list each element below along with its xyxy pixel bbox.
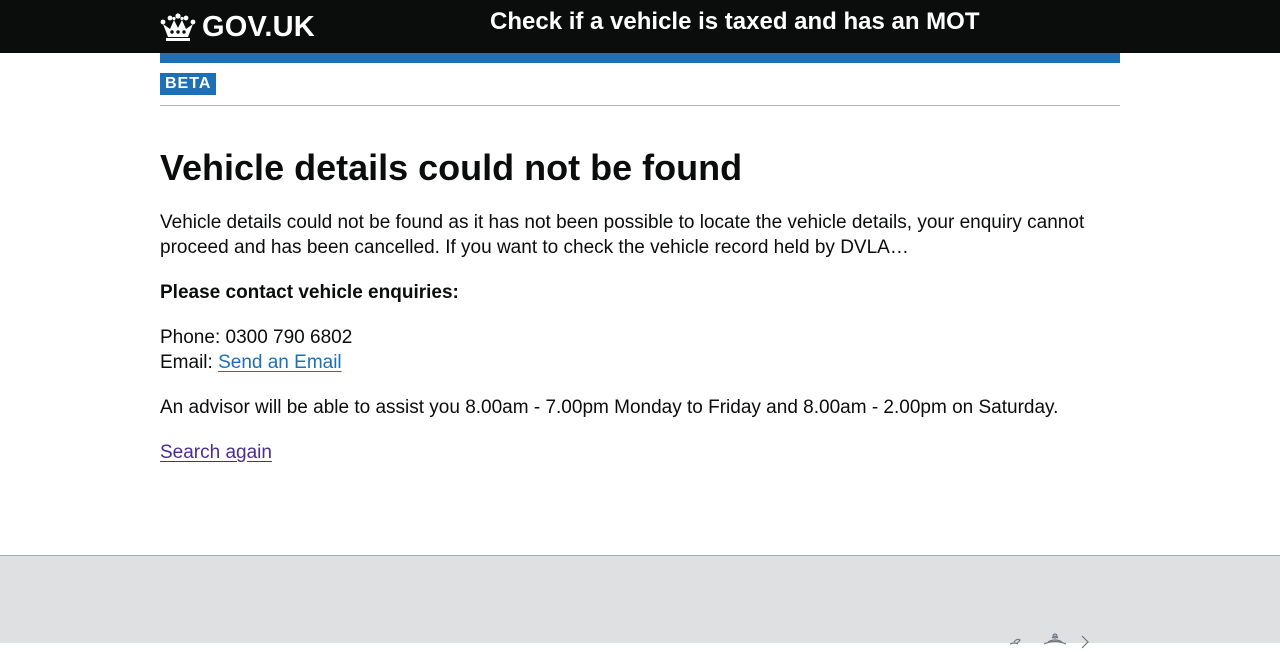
- phone-label: Phone:: [160, 327, 226, 348]
- site-footer: [0, 555, 1280, 649]
- intro-text: Vehicle details could not be found as it…: [160, 212, 1085, 258]
- royal-crest-icon: [1009, 633, 1089, 649]
- phase-banner-divider: [160, 105, 1120, 106]
- phone-number: 0300 790 6802: [225, 327, 353, 348]
- site-header: GOV.UK Check if a vehicle is taxed and h…: [0, 0, 1280, 53]
- contact-heading: Please contact vehicle enquiries:: [160, 282, 459, 303]
- email-line: Email: Send an Email: [160, 350, 342, 375]
- send-email-link[interactable]: Send an Email: [218, 352, 342, 373]
- header-blue-bar: [160, 53, 1120, 63]
- email-label: Email:: [160, 352, 219, 373]
- opening-hours-text: An advisor will be able to assist you 8.…: [160, 397, 1059, 418]
- main-content: Vehicle details could not be found Vehic…: [160, 145, 1120, 463]
- govuk-logo-link[interactable]: GOV.UK: [160, 10, 315, 44]
- search-again-line: Search again: [160, 440, 272, 465]
- crown-icon: [160, 13, 196, 41]
- phase-tag: BETA: [160, 73, 217, 95]
- page-title: Vehicle details could not be found: [160, 147, 743, 188]
- phone-line: Phone: 0300 790 6802: [160, 325, 352, 350]
- service-name-link[interactable]: Check if a vehicle is taxed and has an M…: [490, 7, 980, 37]
- logo-text: GOV.UK: [202, 11, 315, 43]
- search-again-link[interactable]: Search again: [160, 442, 272, 463]
